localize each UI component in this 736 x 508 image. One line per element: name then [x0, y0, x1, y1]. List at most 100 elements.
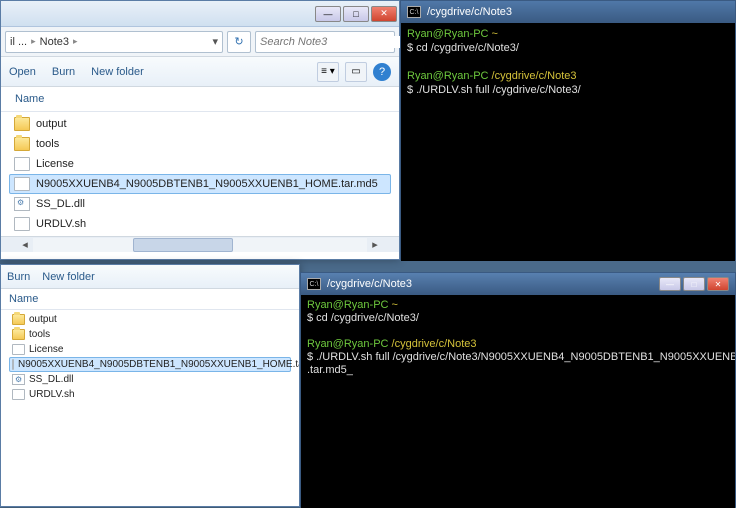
file-name: N9005XXUENB4_N9005DBTENB1_N9005XXUENB1_H… [18, 359, 299, 370]
new-folder-button[interactable]: New folder [42, 271, 95, 283]
file-row[interactable]: URDLV.sh [9, 387, 291, 402]
file-row[interactable]: output [9, 114, 391, 134]
file-row[interactable]: SS_DL.dll [9, 194, 391, 214]
terminal-line [307, 325, 729, 338]
folder-icon [12, 314, 25, 325]
terminal-line: $ ./URDLV.sh full /cygdrive/c/Note3/ [407, 83, 729, 97]
titlebar[interactable]: — □ ✕ [1, 1, 399, 27]
chevron-down-icon[interactable]: ▾ [212, 35, 218, 48]
terminal-line: .tar.md5_ [307, 364, 729, 377]
file-icon [14, 217, 30, 231]
window-buttons: — □ ✕ [659, 277, 729, 291]
file-row[interactable]: N9005XXUENB4_N9005DBTENB1_N9005XXUENB1_H… [9, 357, 291, 372]
breadcrumb-current[interactable]: Note3 [40, 36, 69, 48]
file-icon [12, 359, 14, 370]
terminal-line: Ryan@Ryan-PC /cygdrive/c/Note3 [307, 338, 729, 351]
search-box[interactable]: 🔍 [255, 31, 395, 53]
scroll-thumb[interactable] [133, 238, 233, 252]
breadcrumb-ellipsis[interactable]: il ... [10, 36, 27, 48]
file-row[interactable]: URDLV.sh [9, 214, 391, 234]
search-input[interactable] [260, 36, 403, 48]
file-icon [12, 344, 25, 355]
file-icon [14, 177, 30, 191]
file-row[interactable]: output [9, 312, 291, 327]
chevron-right-icon: ▸ [73, 36, 78, 47]
file-row[interactable]: License [9, 154, 391, 174]
file-name: tools [36, 138, 59, 150]
file-name: License [29, 344, 63, 355]
column-name[interactable]: Name [9, 293, 38, 305]
address-bar: il ... ▸ Note3 ▸ ▾ ↻ 🔍 [1, 27, 399, 57]
terminal-line [407, 55, 729, 69]
file-name: URDLV.sh [36, 218, 86, 230]
terminal-icon: C:\ [407, 6, 421, 18]
folder-icon [14, 117, 30, 131]
help-button[interactable]: ? [373, 63, 391, 81]
file-row[interactable]: SS_DL.dll [9, 372, 291, 387]
scroll-track[interactable] [33, 238, 367, 252]
folder-icon [12, 329, 25, 340]
toolbar: Burn New folder [1, 265, 299, 289]
refresh-button[interactable]: ↻ [227, 31, 251, 53]
window-buttons: — □ ✕ [315, 6, 397, 22]
terminal-line: $ cd /cygdrive/c/Note3/ [307, 312, 729, 325]
terminal-line: Ryan@Ryan-PC ~ [407, 27, 729, 41]
file-name: SS_DL.dll [29, 374, 73, 385]
close-button[interactable]: ✕ [707, 277, 729, 291]
file-icon [12, 389, 25, 400]
breadcrumb[interactable]: il ... ▸ Note3 ▸ ▾ [5, 31, 223, 53]
file-name: tools [29, 329, 50, 340]
file-name: URDLV.sh [29, 389, 75, 400]
terminal-line: Ryan@Ryan-PC /cygdrive/c/Note3 [407, 69, 729, 83]
file-list: output tools License N9005XXUENB4_N9005DBTE… [1, 112, 399, 236]
file-name: output [36, 118, 67, 130]
preview-pane-button[interactable]: ▭ [345, 62, 367, 82]
burn-button[interactable]: Burn [7, 271, 30, 283]
terminal-window-1: C:\ /cygdrive/c/Note3 Ryan@Ryan-PC ~$ cd… [400, 0, 736, 260]
file-icon [14, 157, 30, 171]
file-name: N9005XXUENB4_N9005DBTENB1_N9005XXUENB1_H… [36, 178, 378, 190]
terminal-title: /cygdrive/c/Note3 [427, 6, 512, 18]
terminal-line: $ ./URDLV.sh full /cygdrive/c/Note3/N900… [307, 351, 729, 364]
scroll-left-icon[interactable]: ◂ [17, 238, 33, 251]
explorer-window-1: — □ ✕ il ... ▸ Note3 ▸ ▾ ↻ 🔍 Open Burn N… [0, 0, 400, 260]
view-options-button[interactable]: ≡ ▾ [317, 62, 339, 82]
column-headers[interactable]: Name [1, 289, 299, 310]
file-name: License [36, 158, 74, 170]
file-row[interactable]: tools [9, 327, 291, 342]
chevron-right-icon: ▸ [31, 36, 36, 47]
toolbar-right: ≡ ▾ ▭ ? [317, 62, 391, 82]
open-button[interactable]: Open [9, 66, 36, 78]
file-row[interactable]: N9005XXUENB4_N9005DBTENB1_N9005XXUENB1_H… [9, 174, 391, 194]
minimize-button[interactable]: — [315, 6, 341, 22]
maximize-button[interactable]: □ [683, 277, 705, 291]
minimize-button[interactable]: — [659, 277, 681, 291]
column-headers[interactable]: Name [1, 87, 399, 112]
terminal-window-2: C:\ /cygdrive/c/Note3 — □ ✕ Ryan@Ryan-PC… [300, 272, 736, 507]
terminal-line: Ryan@Ryan-PC ~ [307, 299, 729, 312]
terminal-titlebar[interactable]: C:\ /cygdrive/c/Note3 — □ ✕ [301, 273, 735, 295]
terminal-titlebar[interactable]: C:\ /cygdrive/c/Note3 [401, 1, 735, 23]
scrollbar[interactable]: ◂ ▸ [1, 236, 399, 252]
new-folder-button[interactable]: New folder [91, 66, 144, 78]
file-name: output [29, 314, 57, 325]
toolbar: Open Burn New folder ≡ ▾ ▭ ? [1, 57, 399, 87]
file-list: output tools License N9005XXUENB4_N9005DBTE… [1, 310, 299, 404]
terminal-title: /cygdrive/c/Note3 [327, 278, 412, 290]
column-name[interactable]: Name [15, 93, 44, 105]
scroll-right-icon[interactable]: ▸ [367, 238, 383, 251]
file-name: SS_DL.dll [36, 198, 85, 210]
explorer-window-2: Burn New folder Name output tools License N… [0, 264, 300, 507]
folder-icon [14, 137, 30, 151]
file-row[interactable]: License [9, 342, 291, 357]
close-button[interactable]: ✕ [371, 6, 397, 22]
terminal-icon: C:\ [307, 278, 321, 290]
maximize-button[interactable]: □ [343, 6, 369, 22]
terminal-line: $ cd /cygdrive/c/Note3/ [407, 41, 729, 55]
dll-icon [12, 374, 25, 385]
dll-icon [14, 197, 30, 211]
burn-button[interactable]: Burn [52, 66, 75, 78]
terminal-body[interactable]: Ryan@Ryan-PC ~$ cd /cygdrive/c/Note3/ Ry… [401, 23, 735, 261]
terminal-body[interactable]: Ryan@Ryan-PC ~$ cd /cygdrive/c/Note3/ Ry… [301, 295, 735, 508]
file-row[interactable]: tools [9, 134, 391, 154]
